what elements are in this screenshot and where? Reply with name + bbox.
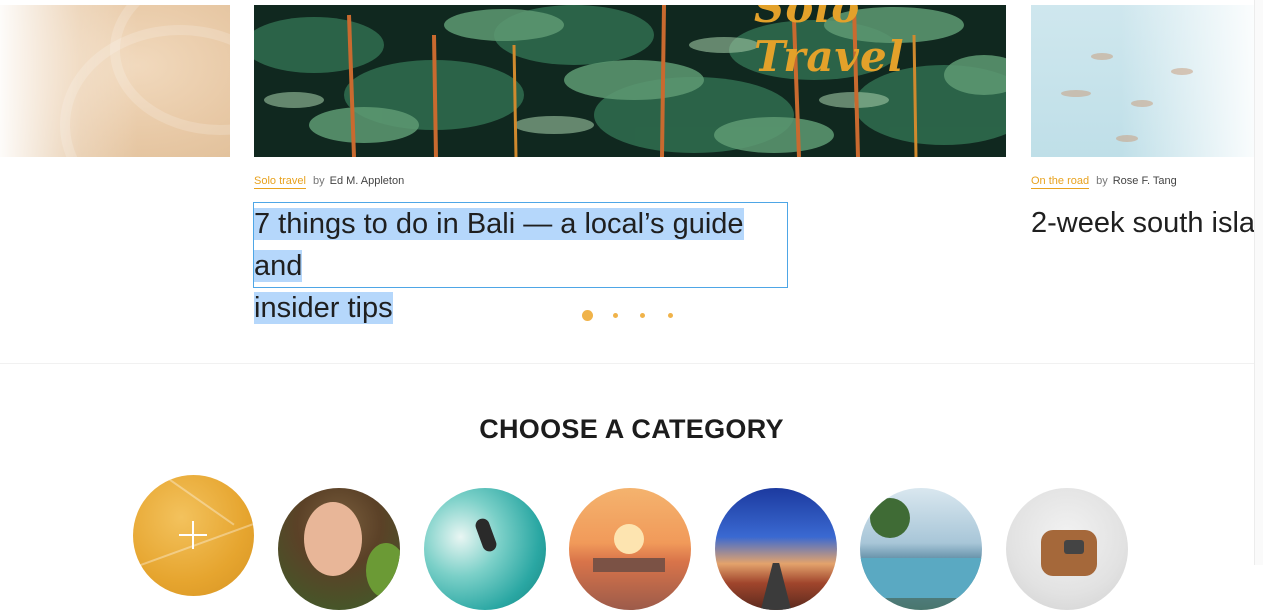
category-road-trip[interactable]	[715, 488, 837, 610]
section-title: CHOOSE A CATEGORY	[479, 414, 784, 444]
category-link[interactable]: On the road	[1031, 175, 1090, 189]
pagination-dot[interactable]	[668, 313, 673, 318]
selected-text-line-1: 7 things to do in Bali — a local’s guide…	[254, 208, 744, 282]
ship-shape	[593, 558, 665, 572]
next-slide-meta: On the road by Rose F. Tang	[1031, 175, 1177, 189]
main-slide-image[interactable]: Solo Travel	[254, 5, 1006, 157]
fish-shape	[1116, 135, 1138, 142]
map-line	[151, 475, 235, 526]
previous-slide-image[interactable]	[0, 5, 230, 157]
page-scrollbar[interactable]	[1254, 0, 1263, 565]
category-map-add[interactable]	[133, 475, 254, 596]
category-cruise[interactable]	[569, 488, 691, 610]
category-surfing[interactable]	[424, 488, 546, 610]
road-shape	[760, 563, 792, 610]
pool-shape	[860, 558, 982, 598]
main-slide-headline[interactable]: 7 things to do in Bali — a local’s guide…	[253, 202, 788, 324]
section-divider	[0, 363, 1255, 364]
surfer-figure	[473, 516, 499, 554]
fish-shape	[1171, 68, 1193, 75]
main-slide-meta: Solo travel by Ed M. Appleton	[254, 175, 405, 189]
camera-icon	[1064, 540, 1084, 554]
fish-shape	[1091, 53, 1113, 60]
author-link[interactable]: Rose F. Tang	[1113, 175, 1177, 187]
fish-shape	[1061, 90, 1091, 97]
author-link[interactable]: Ed M. Appleton	[330, 175, 405, 187]
category-people[interactable]	[278, 488, 400, 610]
category-gear[interactable]	[1006, 488, 1128, 610]
selected-text-line-2: insider tips	[254, 292, 393, 324]
palm-shape	[870, 498, 910, 538]
by-label: by	[1096, 175, 1108, 187]
plus-icon	[192, 521, 194, 549]
next-slide-image[interactable]	[1031, 5, 1255, 157]
by-label: by	[312, 175, 325, 187]
pagination-dot[interactable]	[640, 313, 645, 318]
image-overlay-title: Solo Travel	[754, 5, 905, 81]
pagination-dot[interactable]	[613, 313, 618, 318]
leaf-shape	[366, 543, 400, 598]
carousel-pagination	[582, 310, 682, 322]
next-slide-headline[interactable]: 2-week south islar	[1031, 202, 1255, 244]
category-resort[interactable]	[860, 488, 982, 610]
pagination-dot-active[interactable]	[582, 310, 593, 321]
category-link[interactable]: Solo travel	[254, 175, 306, 189]
sun-shape	[614, 524, 644, 554]
fish-shape	[1131, 100, 1153, 107]
